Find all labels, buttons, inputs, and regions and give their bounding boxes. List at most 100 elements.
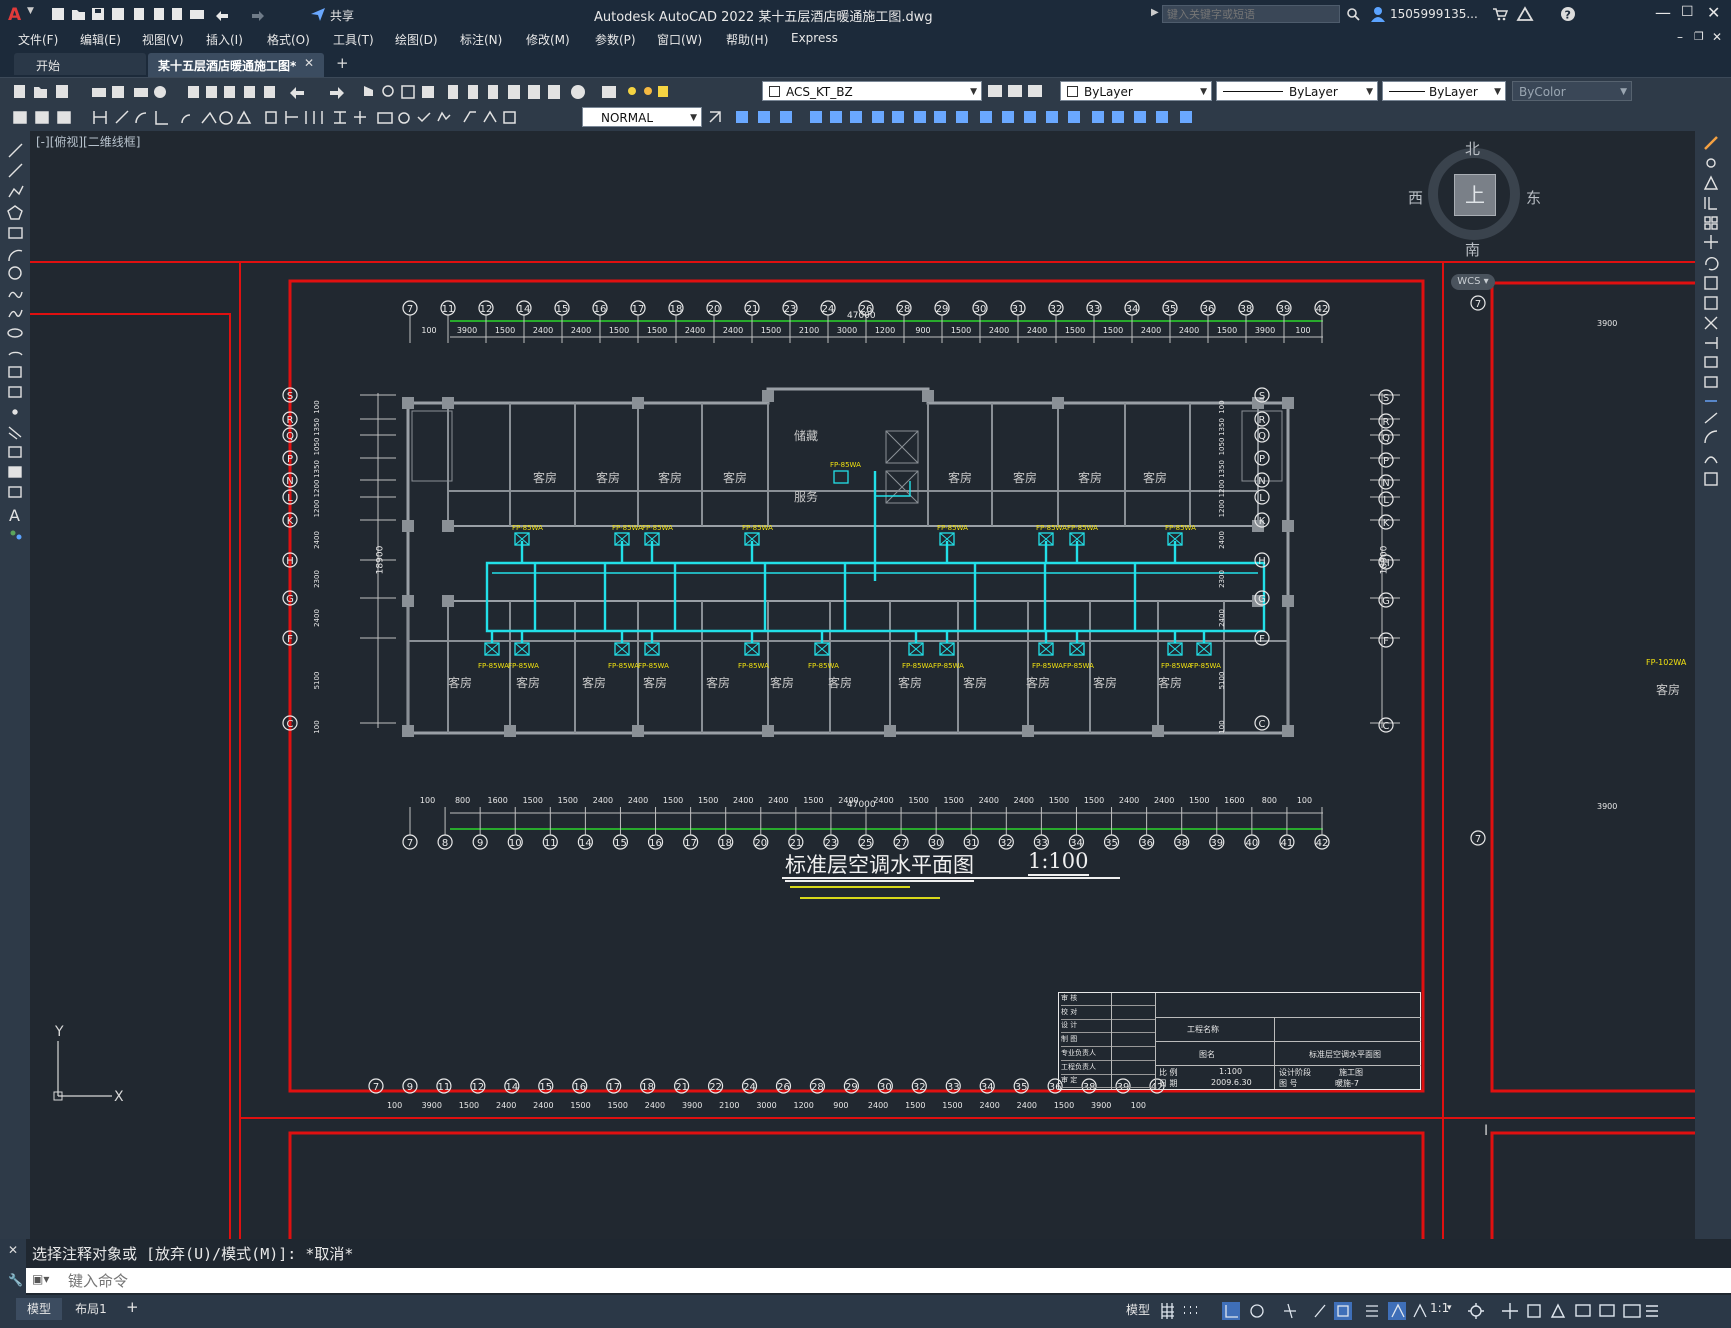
maximize-window-icon[interactable]: ☐ (1681, 4, 1694, 20)
menu-express[interactable]: Express (791, 31, 838, 45)
viewcube-south[interactable]: 南 (1465, 239, 1480, 260)
axis-label: 23 (784, 304, 797, 315)
viewcube-north[interactable]: 北 (1465, 138, 1480, 159)
doc-restore-icon[interactable]: ❐ (1694, 30, 1704, 43)
dim-text-lower: 2100 (719, 1101, 739, 1110)
export-icon (154, 8, 164, 20)
search-icon[interactable] (1346, 7, 1360, 21)
status-tray-icons[interactable] (1466, 1301, 1728, 1321)
annotation-scale-dropdown-icon[interactable]: ▾ (1447, 1303, 1452, 1313)
menu-draw[interactable]: 绘图(D) (395, 31, 438, 48)
color-dropdown[interactable]: ByLayer ▼ (1060, 81, 1212, 101)
doc-minimize-icon[interactable]: – (1677, 30, 1683, 44)
wcs-menu-button[interactable]: WCS ▾ (1451, 274, 1495, 290)
menu-modify[interactable]: 修改(M) (526, 31, 570, 48)
command-line-grip[interactable]: ✕ 🔧 (0, 1239, 26, 1295)
viewcube-east[interactable]: 东 (1526, 187, 1541, 208)
menu-window[interactable]: 窗口(W) (657, 31, 702, 48)
break-icon (1704, 376, 1718, 388)
autodesk-app-icon[interactable] (1516, 6, 1534, 22)
command-input-box[interactable]: ▣▾ (26, 1268, 1731, 1293)
share-label[interactable]: 共享 (330, 7, 354, 24)
model-space-toggle[interactable]: 模型 (1126, 1301, 1150, 1318)
autocad-logo-icon[interactable]: A (6, 5, 24, 23)
add-layout-icon[interactable]: + (126, 1298, 139, 1316)
close-command-line-icon[interactable]: ✕ (8, 1243, 18, 1257)
room-label-guest: 客房 (1093, 675, 1117, 690)
axis-label: 14 (505, 1082, 518, 1093)
viewcube-top-face[interactable]: 上 (1454, 174, 1496, 216)
viewcube-west[interactable]: 西 (1408, 187, 1423, 208)
center-mark-icon (398, 112, 410, 124)
viewcube[interactable]: 上 北 南 东 西 WCS ▾ (1408, 136, 1548, 301)
column (1282, 595, 1294, 607)
layer-match-icon (1008, 85, 1022, 97)
minimize-window-icon[interactable]: — (1655, 3, 1671, 22)
linetype-value: ByLayer (1289, 85, 1338, 99)
layout-tab-layout1[interactable]: 布局1 (66, 1298, 116, 1320)
menu-view[interactable]: 视图(V) (142, 31, 184, 48)
modify-toolbar-icons-vertical[interactable] (1703, 133, 1723, 493)
axis-label: 25 (860, 838, 873, 849)
menu-tools[interactable]: 工具(T) (333, 31, 374, 48)
menu-file[interactable]: 文件(F) (18, 31, 58, 48)
layout-tab-model[interactable]: 模型 (16, 1298, 62, 1320)
construction-line-icon (8, 163, 23, 178)
close-window-icon[interactable]: ✕ (1707, 3, 1720, 22)
modify-toolbar-icons[interactable] (706, 108, 1216, 126)
dim-text-edit-icon (483, 110, 497, 123)
tab-close-icon[interactable]: ✕ (304, 56, 314, 70)
explode-icon (1704, 472, 1718, 486)
linetype-preview (1223, 91, 1283, 92)
help-search-input[interactable] (1162, 5, 1340, 23)
menu-format[interactable]: 格式(O) (267, 31, 310, 48)
menu-edit[interactable]: 编辑(E) (80, 31, 121, 48)
share-icon[interactable] (310, 6, 326, 22)
help-icon[interactable]: ? (1560, 6, 1576, 22)
chamfer-icon (1704, 412, 1718, 424)
menu-insert[interactable]: 插入(I) (206, 31, 243, 48)
layer-dropdown[interactable]: ACS_KT_BZ ▼ (762, 81, 982, 101)
plotstyle-dropdown[interactable]: ByColor ▼ (1512, 81, 1632, 101)
rotate-icon (850, 111, 862, 123)
cart-icon[interactable] (1492, 7, 1508, 21)
user-icon[interactable] (1370, 6, 1386, 22)
axis-label: 17 (607, 1082, 620, 1093)
command-recent-icon[interactable]: ▣▾ (32, 1272, 49, 1286)
room-label-guest: 客房 (706, 675, 730, 690)
column (1282, 397, 1294, 409)
tab-start[interactable]: 开始 (14, 53, 146, 75)
title-block-row-label: 设 计 (1061, 1020, 1155, 1034)
menu-dimension[interactable]: 标注(N) (460, 31, 502, 48)
drawing-canvas[interactable]: [-][俯视][二维线框] FP-85WA FP-85WA FP-85WA FP… (30, 131, 1695, 1239)
fan-coil-label: FP-85WA (830, 461, 861, 469)
quick-access-toolbar (52, 8, 264, 21)
menu-help[interactable]: 帮助(H) (726, 31, 768, 48)
quick-properties-icon (1550, 1303, 1566, 1318)
tab-drawing[interactable]: 某十五层酒店暖通施工图* ✕ (148, 53, 324, 77)
axis-label: 16 (573, 1082, 586, 1093)
dimension-toolbar-icons[interactable] (8, 108, 578, 126)
axis-label: 16 (649, 838, 662, 849)
app-menu-dropdown-icon[interactable]: ▼ (27, 6, 34, 16)
dim-text-side: 1350 (313, 418, 321, 436)
lineweight-dropdown[interactable]: ByLayer ▼ (1382, 81, 1506, 101)
linetype-dropdown[interactable]: ByLayer ▼ (1216, 81, 1378, 101)
lock-ui-icon (1575, 1304, 1591, 1317)
dimstyle-dropdown[interactable]: NORMAL ▼ (582, 107, 702, 127)
doc-close-icon[interactable]: ✕ (1712, 30, 1722, 44)
new-tab-icon[interactable]: + (336, 54, 349, 72)
layer-tools-icons[interactable] (986, 82, 1048, 100)
customize-wrench-icon[interactable]: 🔧 (8, 1273, 23, 1287)
standard-toolbar-icons[interactable] (8, 82, 678, 100)
polygon-icon (7, 205, 23, 220)
svg-text:A: A (8, 5, 22, 23)
menu-parametric[interactable]: 参数(P) (595, 31, 636, 48)
command-input[interactable] (66, 1270, 1670, 1292)
axis-label: L (287, 493, 293, 504)
draw-toolbar-icons[interactable]: A (7, 141, 25, 581)
axis-label: R (1383, 417, 1390, 428)
search-expand-icon[interactable]: ▶ (1151, 7, 1159, 18)
user-account-label[interactable]: 1505999135... (1390, 7, 1478, 21)
fan-coil-label: FP-85WA (933, 662, 964, 670)
